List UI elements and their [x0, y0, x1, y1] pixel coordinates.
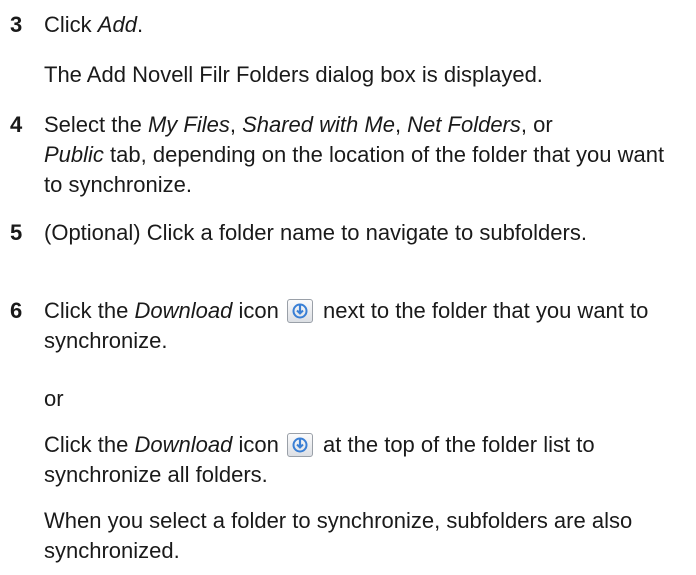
- step-number: 5: [10, 220, 23, 245]
- ui-term-shared-with-me: Shared with Me: [242, 112, 395, 137]
- note-text: When you select a folder to synchronize,…: [44, 508, 633, 563]
- step-text-plain: tab, depending on the location of the fo…: [44, 142, 665, 197]
- result-text: The Add Novell Filr Folders dialog box i…: [44, 62, 543, 87]
- ui-term-my-files: My Files: [147, 112, 230, 137]
- step-number: 3: [10, 12, 23, 37]
- step-text-plain: .: [136, 12, 144, 37]
- download-icon: [286, 432, 313, 457]
- step-text: Click Add.: [44, 10, 684, 40]
- ui-term-download: Download: [134, 432, 233, 457]
- step-text-plain: ,: [394, 112, 408, 137]
- step-text-plain: icon: [232, 432, 279, 457]
- ui-term-net-folders: Net Folders: [407, 112, 521, 137]
- step-number: 4: [10, 112, 23, 137]
- step-text: Click the Download icon next to the fold…: [44, 296, 684, 356]
- step-text: (Optional) Click a folder name to naviga…: [44, 220, 587, 245]
- ui-term-download: Download: [134, 298, 233, 323]
- step-text-plain: ,: [229, 112, 243, 137]
- step-text: Select the My Files, Shared with Me, Net…: [44, 110, 684, 200]
- step-text-plain: icon: [232, 298, 279, 323]
- alternate-step-text: Click the Download icon at the top of th…: [44, 430, 684, 490]
- step-text-plain: Select the: [44, 112, 148, 137]
- ui-term-public: Public: [44, 142, 104, 167]
- download-icon: [286, 298, 313, 323]
- step-text-plain: Click the: [44, 432, 135, 457]
- document-page: 3 Click Add. The Add Novell Filr Folders…: [0, 0, 696, 575]
- step-text-plain: Click the: [44, 298, 135, 323]
- step-text-plain: Click: [44, 12, 98, 37]
- ui-term-add: Add: [97, 12, 137, 37]
- step-number: 6: [10, 298, 23, 323]
- or-label: or: [44, 386, 64, 411]
- step-text-plain: , or: [520, 112, 553, 137]
